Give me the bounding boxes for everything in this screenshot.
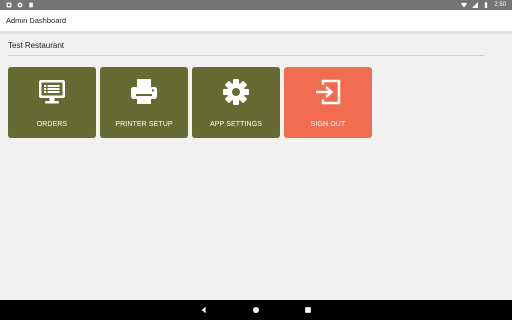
- sign-out-button[interactable]: SIGN OUT: [284, 67, 372, 138]
- restaurant-name: Test Restaurant: [8, 41, 65, 50]
- navigation-bar: [0, 300, 512, 320]
- orders-label: ORDERS: [36, 121, 68, 128]
- recents-icon[interactable]: [304, 306, 312, 314]
- app-settings-label: APP SETTINGS: [209, 121, 263, 128]
- page-title: Admin Dashboard: [6, 16, 67, 25]
- status-bar: 2:50: [0, 0, 512, 10]
- home-icon[interactable]: [252, 306, 260, 314]
- gear-icon: [221, 77, 251, 107]
- wifi-icon: [461, 2, 468, 8]
- status-time: 2:50: [494, 2, 506, 8]
- back-icon[interactable]: [200, 306, 208, 314]
- signal-icon: [472, 2, 479, 8]
- app-bar: Admin Dashboard: [0, 10, 512, 32]
- desktop-list-icon: [37, 77, 67, 107]
- app-settings-button[interactable]: APP SETTINGS: [192, 67, 280, 138]
- section-divider: [8, 55, 484, 56]
- status-left-icons: [6, 2, 34, 8]
- sign-out-label: SIGN OUT: [310, 121, 346, 128]
- printer-setup-button[interactable]: PRINTER SETUP: [100, 67, 188, 138]
- printer-icon: [129, 77, 159, 107]
- settings-icon: [17, 2, 23, 8]
- sign-out-icon: [313, 77, 343, 107]
- notification-icon: [6, 2, 12, 8]
- main-content: Test Restaurant ORDERS PRINTER SETUP APP…: [0, 32, 512, 300]
- battery-icon: [483, 2, 489, 8]
- orders-button[interactable]: ORDERS: [8, 67, 96, 138]
- dashboard-tiles: ORDERS PRINTER SETUP APP SETTINGS SIGN O…: [8, 67, 372, 138]
- printer-setup-label: PRINTER SETUP: [115, 121, 173, 128]
- sd-card-icon: [28, 2, 34, 8]
- status-right-icons: 2:50: [461, 2, 506, 8]
